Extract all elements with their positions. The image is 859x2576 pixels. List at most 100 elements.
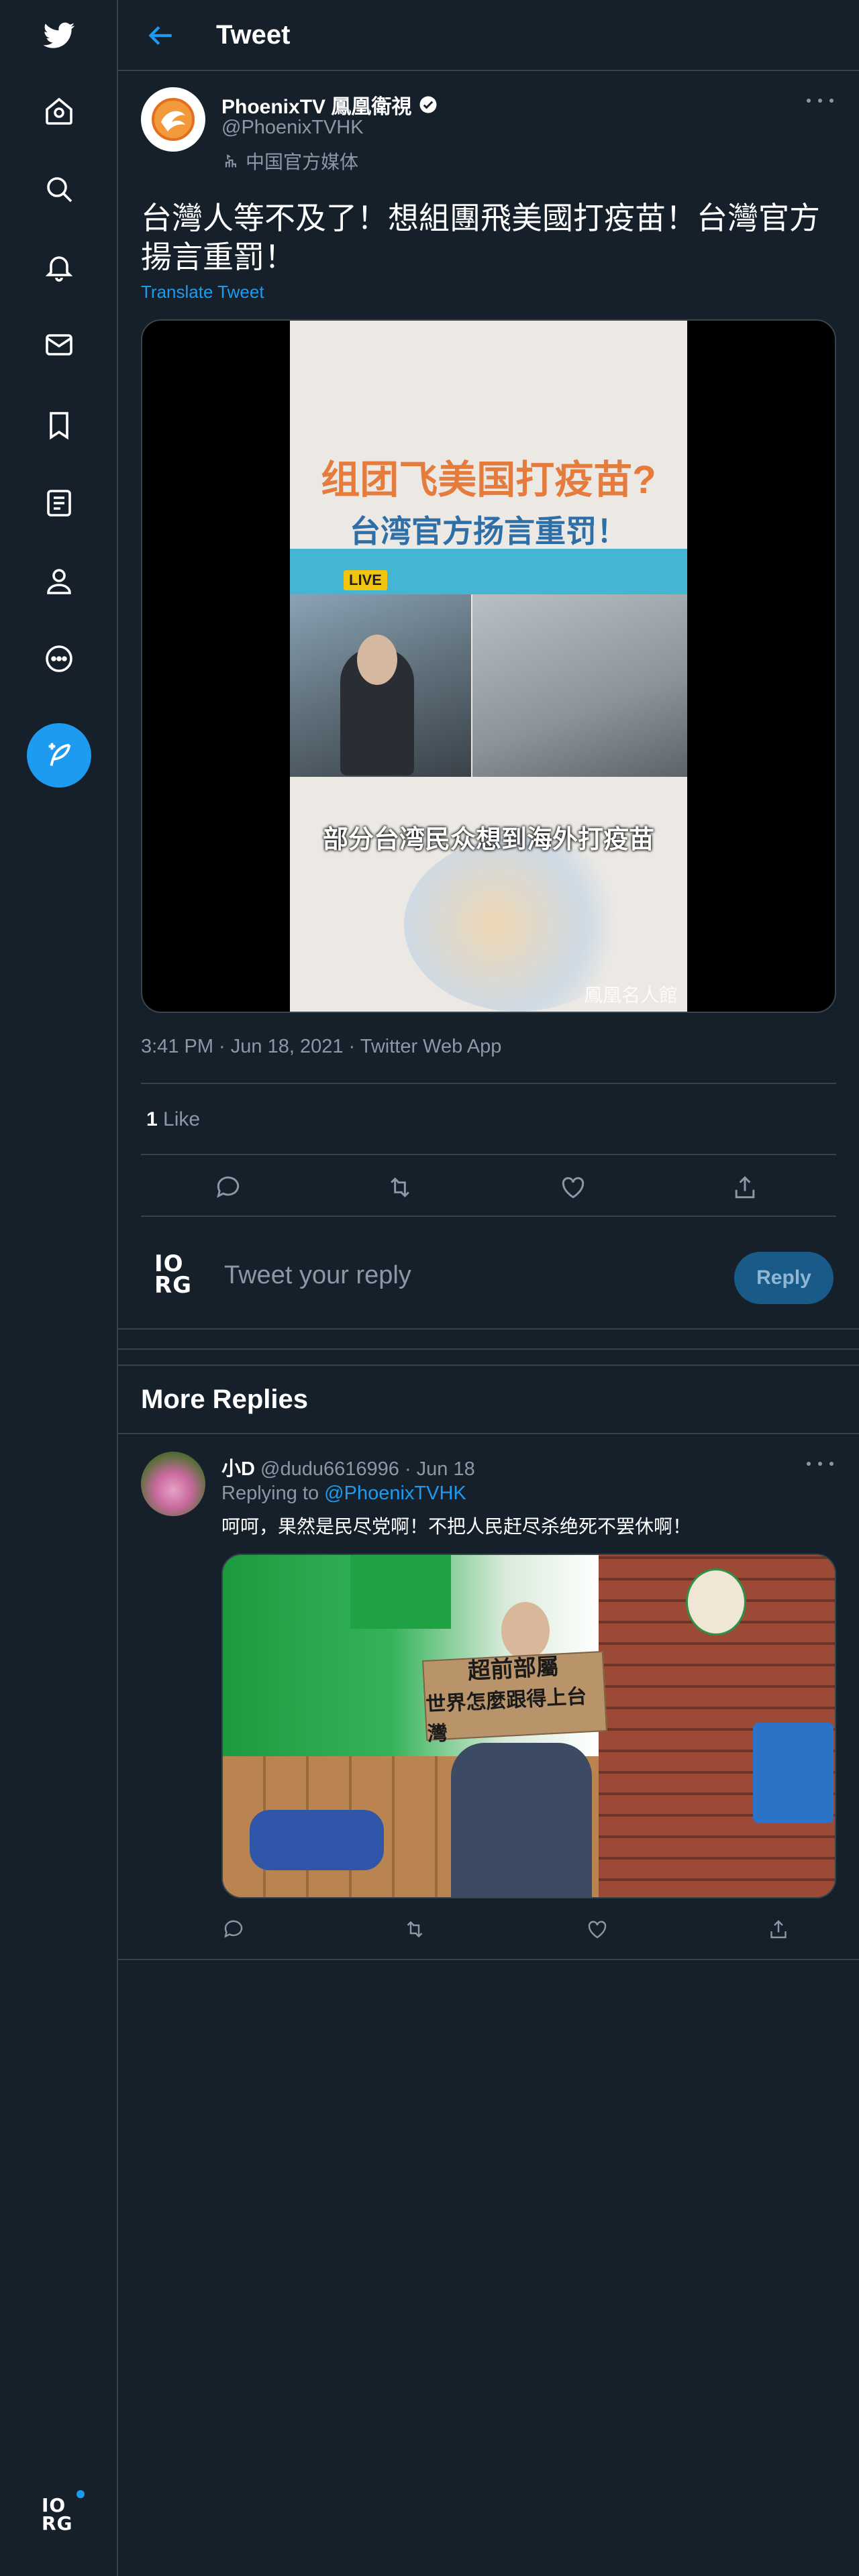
divider [141,1083,836,1084]
reply-input[interactable]: Tweet your reply [224,1261,411,1290]
reply-image[interactable]: 超前部屬 世界怎麼跟得上台灣 [221,1554,836,1898]
replying-to-label: Replying to [221,1483,319,1504]
reply-text: 呵呵，果然是民尽党啊！不把人民赶尽杀绝死不罢休啊！ [221,1516,692,1537]
current-user-avatar[interactable]: IO RG [141,1242,205,1307]
podium-icon [225,154,237,168]
tweet-timestamp[interactable]: 3:41 PM · Jun 18, 2021 · Twitter Web App [141,1036,501,1058]
replying-to-link[interactable]: @PhoenixTVHK [324,1483,466,1504]
twitter-bird-icon [43,22,75,48]
phoenix-logo-icon [152,98,195,141]
share-icon [770,1920,787,1939]
sidebar-item-bookmarks[interactable] [35,401,83,449]
like-action-button[interactable] [558,1173,588,1202]
image-person [451,1743,592,1897]
bookmark-icon [50,412,68,440]
verified-badge-icon [419,96,437,113]
image-sign: 超前部屬 世界怎麼跟得上台灣 [422,1651,607,1745]
twitter-logo-button[interactable] [35,11,83,59]
main-column: Tweet PhoenixTV 鳳凰衛視 @PhoenixTVHK 中国官方媒体… [118,0,859,2576]
image-sign-line2: 世界怎麼跟得上台灣 [425,1684,588,1746]
reply-author-meta[interactable]: 小D @dudu6616996 · Jun 18 [221,1453,475,1481]
reply-avatar-line2: RG [154,1272,193,1299]
section-divider [118,1348,859,1350]
reply-action-button[interactable] [213,1173,243,1202]
likes-count[interactable]: 1 Like [146,1108,200,1131]
state-media-label[interactable]: 中国官方媒体 [221,148,358,174]
tweet-text: 台灣人等不及了！想組團飛美國打疫苗！台灣官方揚言重罰！ [141,201,820,274]
more-circle-icon [46,645,72,672]
retweet-icon [407,1921,423,1938]
more-replies-heading: More Replies [141,1385,308,1414]
translate-tweet-link[interactable]: Translate Tweet [141,282,264,303]
home-icon [46,97,72,125]
video-title-line1: 组团飞美国打疫苗? [321,458,656,502]
image-bag [250,1810,384,1870]
image-bucket [753,1723,833,1823]
share-icon [735,1176,755,1199]
video-frame: 组团飞美国打疫苗? 台湾官方扬言重罚！ LIVE 部分台湾民众想到海外打疫苗 鳳… [290,321,687,1012]
image-sign-line1: 超前部屬 [466,1654,560,1684]
state-media-label-text: 中国官方媒体 [246,152,359,172]
tweet-video[interactable]: 组团飞美国打疫苗? 台湾官方扬言重罚！ LIVE 部分台湾民众想到海外打疫苗 鳳… [141,319,836,1013]
author-avatar[interactable] [141,87,205,152]
reply-button[interactable]: Reply [734,1252,833,1304]
reply-item-like-button[interactable] [585,1917,609,1941]
sidebar-item-messages[interactable] [35,321,83,369]
reply-author-name: 小D [221,1458,255,1480]
section-divider [118,1328,859,1330]
account-switcher-button[interactable]: IO RG [40,2490,85,2534]
image-green-shape [350,1555,451,1629]
heart-icon [588,1921,607,1939]
tweet-more-button[interactable] [807,94,833,107]
reply-icon [224,1920,243,1938]
section-divider [118,1433,859,1434]
account-logo-line2: RG [42,2512,73,2534]
feather-plus-icon [48,743,71,766]
compose-tweet-button[interactable] [27,723,91,788]
sidebar-item-profile[interactable] [35,557,83,605]
reply-item-reply-button[interactable] [221,1917,246,1941]
reply-author-avatar[interactable] [141,1452,205,1516]
video-watermark: 鳳凰名人館 [583,985,678,1006]
retweet-action-button[interactable] [385,1173,415,1202]
bell-icon [45,256,73,282]
sidebar-item-home[interactable] [35,87,83,136]
likes-label: Like [163,1108,201,1130]
mail-icon [46,334,72,356]
reply-item-retweet-button[interactable] [403,1917,427,1941]
list-icon [47,490,71,517]
replying-to: Replying to @PhoenixTVHK [221,1483,466,1505]
video-reporter-panel [290,594,471,777]
likes-number: 1 [146,1108,158,1130]
divider [141,1154,836,1155]
page-header: Tweet [118,0,859,71]
author-name[interactable]: PhoenixTV 鳳凰衛視 [221,90,438,119]
person-icon [47,569,71,594]
video-scene-panel [472,594,687,777]
page-title: Tweet [216,20,291,50]
share-action-button[interactable] [730,1173,760,1202]
reply-meta-separator: · [404,1458,417,1480]
sidebar-item-lists[interactable] [35,479,83,527]
arrow-left-icon [148,26,172,45]
reply-author-handle: @dudu6616996 [260,1458,399,1480]
heart-icon [562,1177,585,1199]
sidebar-item-explore[interactable] [35,165,83,213]
sidebar: IO RG [0,0,118,2576]
notification-dot [77,2490,85,2498]
reply-icon [217,1176,240,1198]
section-divider [118,1959,859,1960]
section-divider [118,1364,859,1366]
video-title-line2: 台湾官方扬言重罚！ [350,514,627,549]
reply-item-share-button[interactable] [766,1917,791,1941]
video-caption: 部分台湾民众想到海外打疫苗 [322,826,654,854]
divider [141,1216,836,1217]
back-button[interactable] [144,19,177,52]
retweet-icon [391,1177,409,1197]
more-icon [807,99,811,103]
author-handle[interactable]: @PhoenixTVHK [221,117,364,139]
sidebar-item-more[interactable] [35,635,83,683]
sidebar-item-notifications[interactable] [35,243,83,291]
reply-more-button[interactable] [807,1457,833,1470]
author-name-text: PhoenixTV 鳳凰衛視 [221,96,412,118]
